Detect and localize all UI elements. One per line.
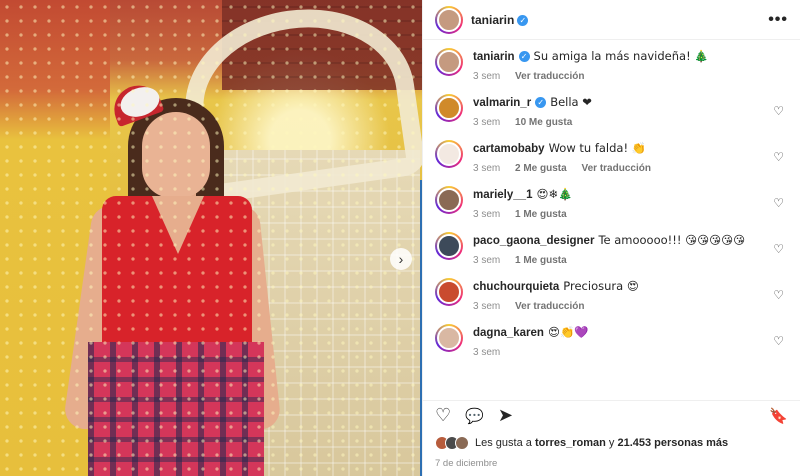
caption-username[interactable]: taniarin <box>473 51 515 63</box>
comment-meta: 3 sem 10 Me gusta <box>473 117 770 128</box>
comment-body: 😍❄🎄 <box>536 187 573 201</box>
comment-likes[interactable]: 10 Me gusta <box>515 117 572 128</box>
post-photo[interactable]: › <box>0 0 422 476</box>
comment-likes[interactable]: 2 Me gusta <box>515 163 567 174</box>
comment-text: cartamobaby Wow tu falda! 👏 <box>473 140 770 157</box>
comment-text: paco_gaona_designer Te amooooo!!! 😘😘😘😘😘 <box>473 232 770 249</box>
comment-text: dagna_karen 😍👏💜 <box>473 324 770 341</box>
likes-text[interactable]: Les gusta a torres_roman y 21.453 person… <box>475 437 728 449</box>
avatar[interactable] <box>435 94 463 122</box>
comment-likes[interactable]: 1 Me gusta <box>515 255 567 266</box>
comment-meta: 3 sem 2 Me gusta Ver traducción <box>473 163 770 174</box>
comment-text: chuchourquieta Preciosura 😍 <box>473 278 770 295</box>
share-icon[interactable]: ➤ <box>498 405 513 426</box>
translate-link[interactable]: Ver traducción <box>581 163 650 174</box>
post-date[interactable]: 7 de diciembre <box>435 458 497 469</box>
likes-user[interactable]: torres_roman <box>535 437 606 449</box>
like-comment-heart-icon[interactable]: ♡ <box>773 242 784 256</box>
comment-body: 😍👏💜 <box>547 325 589 339</box>
caption-body: Su amiga la más navideña! 🎄 <box>533 49 709 63</box>
next-slide-button[interactable]: › <box>390 248 412 270</box>
avatar[interactable] <box>435 324 463 352</box>
comment-text: mariely__1 😍❄🎄 <box>473 186 770 203</box>
comment-time[interactable]: 3 sem <box>473 117 500 128</box>
photo-string-lights <box>0 0 422 476</box>
post-author-name[interactable]: taniarin <box>471 13 514 27</box>
comment-body: Wow tu falda! 👏 <box>548 141 647 155</box>
comment-item: paco_gaona_designer Te amooooo!!! 😘😘😘😘😘 3… <box>435 232 788 266</box>
post-caption: taniarin ✓ Su amiga la más navideña! 🎄 3 s… <box>435 48 788 82</box>
translate-link[interactable]: Ver traducción <box>515 71 584 82</box>
comment-text: valmarin_r ✓ Bella ❤ <box>473 94 770 111</box>
comment-likes[interactable]: 1 Me gusta <box>515 209 567 220</box>
avatar[interactable] <box>435 232 463 260</box>
comment-time[interactable]: 3 sem <box>473 347 500 358</box>
comment-item: cartamobaby Wow tu falda! 👏 3 sem 2 Me gu… <box>435 140 788 174</box>
likes-count[interactable]: 21.453 personas más <box>617 437 728 449</box>
liker-avatars <box>435 436 469 450</box>
comment-time[interactable]: 3 sem <box>473 209 500 220</box>
like-comment-heart-icon[interactable]: ♡ <box>773 150 784 164</box>
verified-badge-icon: ✓ <box>535 97 547 108</box>
likes-middle: y <box>605 437 618 449</box>
like-comment-heart-icon[interactable]: ♡ <box>773 104 784 118</box>
comment-username[interactable]: cartamobaby <box>473 143 545 155</box>
post-header: taniarin ✓ ••• <box>423 0 800 40</box>
comment-time[interactable]: 3 sem <box>473 163 500 174</box>
comment-username[interactable]: paco_gaona_designer <box>473 235 594 247</box>
caption-meta: 3 sem Ver traducción <box>473 71 770 82</box>
post-details-panel: taniarin ✓ ••• taniarin ✓ Su amiga la más n… <box>422 0 800 476</box>
comment-username[interactable]: mariely__1 <box>473 189 532 201</box>
verified-badge-icon: ✓ <box>517 14 529 26</box>
post-author-username[interactable]: taniarin ✓ <box>471 13 529 27</box>
comment-username[interactable]: chuchourquieta <box>473 281 559 293</box>
translate-link[interactable]: Ver traducción <box>515 301 584 312</box>
bookmark-icon[interactable]: 🔖 <box>769 407 788 425</box>
comment-body: Preciosura 😍 <box>563 279 639 293</box>
heart-icon[interactable]: ♡ <box>435 405 451 426</box>
avatar[interactable] <box>435 186 463 214</box>
avatar <box>455 436 469 450</box>
comment-item: chuchourquieta Preciosura 😍 3 sem Ver tra… <box>435 278 788 312</box>
comment-meta: 3 sem 1 Me gusta <box>473 255 770 266</box>
comment-body: Te amooooo!!! 😘😘😘😘😘 <box>598 233 746 247</box>
comment-icon[interactable]: 💬 <box>465 407 484 425</box>
comment-time[interactable]: 3 sem <box>473 301 500 312</box>
avatar[interactable] <box>435 48 463 76</box>
avatar[interactable] <box>435 140 463 168</box>
comment-username[interactable]: valmarin_r <box>473 97 531 109</box>
comment-body: Bella ❤ <box>550 95 592 109</box>
like-comment-heart-icon[interactable]: ♡ <box>773 334 784 348</box>
comments-list[interactable]: taniarin ✓ Su amiga la más navideña! 🎄 3 s… <box>423 40 800 400</box>
comment-item: dagna_karen 😍👏💜 3 sem ♡ <box>435 324 788 358</box>
avatar[interactable] <box>435 278 463 306</box>
comment-meta: 3 sem Ver traducción <box>473 301 770 312</box>
comment-username[interactable]: dagna_karen <box>473 327 544 339</box>
likes-prefix: Les gusta a <box>475 437 535 449</box>
comment-time[interactable]: 3 sem <box>473 255 500 266</box>
avatar[interactable] <box>435 5 463 34</box>
comment-meta: 3 sem <box>473 347 770 358</box>
like-comment-heart-icon[interactable]: ♡ <box>773 196 784 210</box>
action-bar: ♡ 💬 ➤ 🔖 <box>423 400 800 430</box>
more-options-icon[interactable]: ••• <box>768 11 788 29</box>
comment-item: mariely__1 😍❄🎄 3 sem 1 Me gusta ♡ <box>435 186 788 220</box>
chevron-right-icon: › <box>398 251 404 267</box>
verified-badge-icon: ✓ <box>518 51 530 62</box>
caption-time[interactable]: 3 sem <box>473 71 500 82</box>
comment-item: valmarin_r ✓ Bella ❤ 3 sem 10 Me gusta ♡ <box>435 94 788 128</box>
comment-meta: 3 sem 1 Me gusta <box>473 209 770 220</box>
likes-summary: Les gusta a torres_roman y 21.453 person… <box>435 436 788 450</box>
caption-text: taniarin ✓ Su amiga la más navideña! 🎄 <box>473 48 770 65</box>
like-comment-heart-icon[interactable]: ♡ <box>773 288 784 302</box>
